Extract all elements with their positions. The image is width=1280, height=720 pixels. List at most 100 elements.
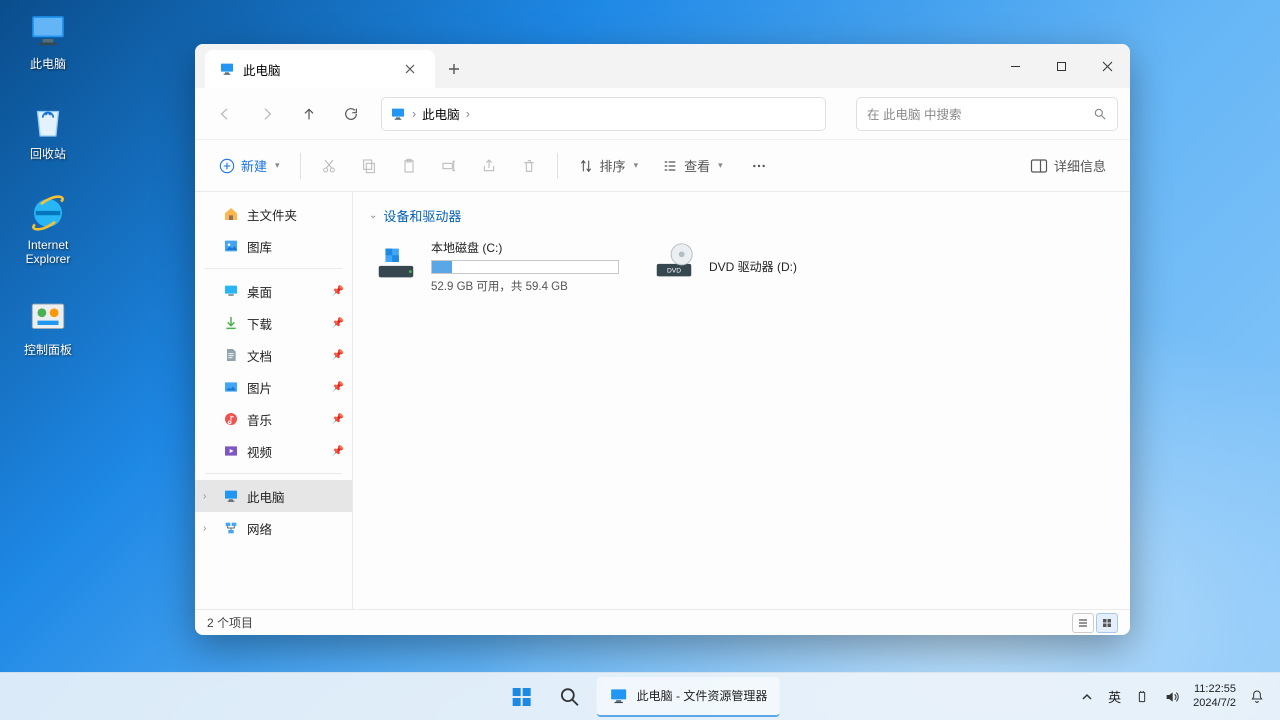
desktop-icon-label: 回收站 — [30, 147, 66, 161]
close-button[interactable] — [1084, 44, 1130, 88]
share-button[interactable] — [471, 148, 507, 184]
navbar: › 此电脑 › 在 此电脑 中搜索 — [195, 88, 1130, 140]
search-task-button[interactable] — [549, 676, 591, 718]
chevron-right-icon[interactable]: › — [203, 523, 206, 534]
sidebar-network[interactable]: › 网络 — [195, 512, 352, 544]
drive-local-c[interactable]: 本地磁盘 (C:) 52.9 GB 可用，共 59.4 GB — [369, 235, 619, 298]
chevron-right-icon[interactable]: › — [460, 107, 476, 121]
taskbar-window-label: 此电脑 - 文件资源管理器 — [637, 687, 768, 704]
recycle-bin-icon — [27, 101, 69, 143]
delete-button[interactable] — [511, 148, 547, 184]
view-button[interactable]: 查看 ▾ — [652, 148, 733, 184]
sidebar-label: 主文件夹 — [247, 205, 297, 224]
tray-usb-icon[interactable] — [1133, 688, 1151, 706]
desktop-icon-internet-explorer[interactable]: Internet Explorer — [10, 186, 86, 273]
desktop-icon-label: 控制面板 — [24, 343, 72, 357]
taskbar: 此电脑 - 文件资源管理器 英 11:22:55 2024/7/2 — [0, 672, 1280, 720]
chevron-right-icon: › — [406, 107, 422, 121]
drive-free-text: 52.9 GB 可用，共 59.4 GB — [431, 278, 619, 294]
tray-notifications-icon[interactable] — [1248, 688, 1266, 706]
chevron-right-icon[interactable]: › — [203, 491, 206, 502]
content-area[interactable]: ⌄ 设备和驱动器 本地磁盘 (C:) 52.9 GB 可用，共 59.4 GB — [353, 192, 1130, 609]
up-button[interactable] — [291, 96, 327, 132]
toolbar-sort-label: 排序 — [600, 156, 626, 175]
music-icon — [223, 411, 239, 427]
details-pane-button[interactable]: 详细信息 — [1020, 148, 1116, 184]
pictures-icon — [223, 379, 239, 395]
drive-dvd-d[interactable]: DVD DVD 驱动器 (D:) — [647, 235, 897, 298]
tray-volume-icon[interactable] — [1163, 688, 1181, 706]
sidebar-label: 图片 — [247, 378, 272, 397]
minimize-button[interactable] — [992, 44, 1038, 88]
sidebar-home[interactable]: 主文件夹 — [195, 198, 352, 230]
new-button[interactable]: 新建 ▾ — [209, 148, 290, 184]
drive-info: DVD 驱动器 (D:) — [709, 239, 797, 294]
group-header-text: 设备和驱动器 — [383, 206, 461, 225]
sidebar-videos[interactable]: 视频 📌 — [195, 435, 352, 467]
pin-icon: 📌 — [332, 286, 344, 297]
drive-list: 本地磁盘 (C:) 52.9 GB 可用，共 59.4 GB DVD DVD 驱… — [369, 235, 1114, 298]
pc-small-icon — [223, 488, 239, 504]
chevron-down-icon: ▾ — [718, 160, 723, 171]
drive-info: 本地磁盘 (C:) 52.9 GB 可用，共 59.4 GB — [431, 239, 619, 294]
address-bar[interactable]: › 此电脑 › — [381, 97, 826, 131]
sidebar-this-pc[interactable]: › 此电脑 — [195, 480, 352, 512]
sidebar-pictures[interactable]: 图片 📌 — [195, 371, 352, 403]
dvd-drive-icon: DVD — [651, 239, 697, 285]
drive-label: 本地磁盘 (C:) — [431, 239, 619, 256]
maximize-button[interactable] — [1038, 44, 1084, 88]
sidebar-label: 网络 — [247, 519, 272, 538]
address-segment[interactable]: 此电脑 — [422, 104, 460, 123]
tray-overflow-button[interactable] — [1078, 688, 1096, 706]
cut-button[interactable] — [311, 148, 347, 184]
status-text: 2 个项目 — [207, 614, 253, 631]
sidebar-gallery[interactable]: 图库 — [195, 230, 352, 262]
sidebar-documents[interactable]: 文档 📌 — [195, 339, 352, 371]
window-controls — [992, 44, 1130, 88]
details-view-toggle[interactable] — [1072, 613, 1094, 633]
sidebar-label: 视频 — [247, 442, 272, 461]
tab-this-pc[interactable]: 此电脑 — [205, 50, 435, 88]
paste-button[interactable] — [391, 148, 427, 184]
search-box[interactable]: 在 此电脑 中搜索 — [856, 97, 1118, 131]
pin-icon: 📌 — [332, 318, 344, 329]
tray-ime[interactable]: 英 — [1108, 687, 1121, 706]
sidebar-music[interactable]: 音乐 📌 — [195, 403, 352, 435]
desktop-icons: 此电脑 回收站 Internet Explorer 控制面板 — [10, 5, 86, 381]
desktop-icon-recycle-bin[interactable]: 回收站 — [10, 95, 86, 167]
desktop-icon-label: Internet Explorer — [12, 238, 84, 267]
tray-clock[interactable]: 11:22:55 2024/7/2 — [1193, 683, 1236, 711]
toolbar: 新建 ▾ 排序 ▾ 查看 ▾ — [195, 140, 1130, 192]
sort-button[interactable]: 排序 ▾ — [568, 148, 649, 184]
system-tray: 英 11:22:55 2024/7/2 — [1064, 683, 1280, 711]
tab-close-button[interactable] — [399, 58, 421, 80]
copy-button[interactable] — [351, 148, 387, 184]
control-panel-icon — [27, 297, 69, 339]
start-button[interactable] — [501, 676, 543, 718]
pc-small-icon — [390, 106, 406, 122]
pin-icon: 📌 — [332, 382, 344, 393]
capacity-bar — [431, 260, 619, 274]
group-header-devices[interactable]: ⌄ 设备和驱动器 — [369, 206, 1114, 225]
tiles-view-toggle[interactable] — [1096, 613, 1118, 633]
download-icon — [223, 315, 239, 331]
toolbar-details-label: 详细信息 — [1054, 156, 1106, 175]
more-button[interactable] — [737, 148, 781, 184]
sidebar-downloads[interactable]: 下载 📌 — [195, 307, 352, 339]
forward-button[interactable] — [249, 96, 285, 132]
refresh-button[interactable] — [333, 96, 369, 132]
back-button[interactable] — [207, 96, 243, 132]
statusbar: 2 个项目 — [195, 609, 1130, 635]
desktop-icon-control-panel[interactable]: 控制面板 — [10, 291, 86, 363]
ie-icon — [27, 192, 69, 234]
sidebar-label: 此电脑 — [247, 487, 285, 506]
gallery-icon — [223, 238, 239, 254]
taskbar-explorer-window[interactable]: 此电脑 - 文件资源管理器 — [597, 677, 780, 717]
drive-label: DVD 驱动器 (D:) — [709, 258, 797, 275]
desktop-icon-this-pc[interactable]: 此电脑 — [10, 5, 86, 77]
toolbar-new-label: 新建 — [241, 156, 267, 175]
sidebar-desktop[interactable]: 桌面 📌 — [195, 275, 352, 307]
sidebar: 主文件夹 图库 桌面 📌 下载 📌 文档 📌 — [195, 192, 353, 609]
new-tab-button[interactable] — [435, 50, 473, 88]
rename-button[interactable] — [431, 148, 467, 184]
